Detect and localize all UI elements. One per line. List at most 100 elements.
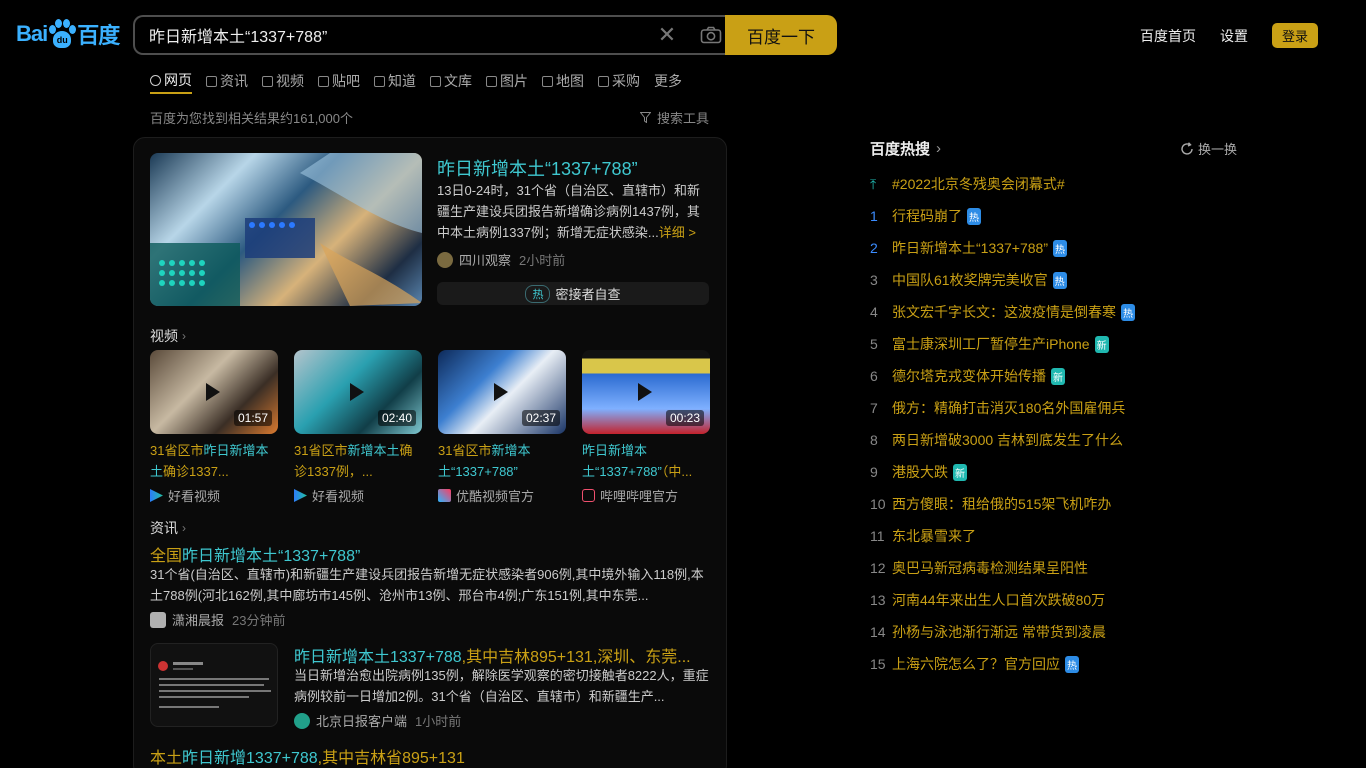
video-title[interactable]: 31省区市新增本土“1337+788” <box>438 440 566 482</box>
source-time: 23分钟前 <box>232 613 286 628</box>
video-card[interactable]: 02:40 31省区市新增本土确诊1337例，... 好看视频 <box>294 350 422 505</box>
refresh-button[interactable]: 换一换 <box>1180 139 1237 158</box>
tab-tieba[interactable]: 贴吧 <box>318 68 360 94</box>
document-icon <box>430 75 441 87</box>
search-tools-button[interactable]: 搜索工具 <box>640 108 709 127</box>
top-links: 百度首页 设置 登录 <box>1140 23 1318 48</box>
tab-map[interactable]: 地图 <box>542 68 584 94</box>
video-thumbnail[interactable]: 01:57 <box>150 350 278 434</box>
news-description: 31个省(自治区、直辖市)和新疆生产建设兵团报告新增无症状感染者906例,其中境… <box>150 567 704 603</box>
video-thumbnail[interactable]: 00:23 <box>582 350 710 434</box>
question-icon <box>374 75 385 87</box>
news-title[interactable]: 全国昨日新增本土“1337+788” <box>150 542 360 566</box>
bilibili-icon <box>582 489 595 502</box>
hot-item[interactable]: 10 西方傻眼：租给俄的515架飞机咋办 <box>870 488 1250 520</box>
news-source: 潇湘晨报 23分钟前 <box>150 610 285 629</box>
video-source: 哔哩哔哩官方 <box>582 486 710 505</box>
tab-more[interactable]: 更多 <box>654 68 682 94</box>
contact-selfcheck-link[interactable]: 热 密接者自查 <box>437 282 709 305</box>
video-title[interactable]: 31省区市新增本土确诊1337例，... <box>294 440 422 482</box>
hot-item[interactable]: 13 河南44年来出生人口首次跌破80万 <box>870 584 1250 616</box>
tab-news[interactable]: 资讯 <box>206 68 248 94</box>
search-button[interactable]: 百度一下 <box>725 15 837 55</box>
source-name[interactable]: 北京日报客户端 <box>316 711 407 730</box>
video-card[interactable]: 02:37 31省区市新增本土“1337+788” 优酷视频官方 <box>438 350 566 505</box>
video-duration: 02:40 <box>377 410 416 426</box>
video-title[interactable]: 昨日新增本土“1337+788”（中... <box>582 440 710 482</box>
video-duration: 00:23 <box>665 410 704 426</box>
video-thumbnail[interactable]: 02:40 <box>294 350 422 434</box>
refresh-icon <box>1181 141 1193 155</box>
hot-item[interactable]: 6 德尔塔克戎变体开始传播新 <box>870 360 1250 392</box>
youku-icon <box>438 489 451 502</box>
hot-item[interactable]: 9 港股大跌新 <box>870 456 1250 488</box>
new-badge: 新 <box>1094 335 1109 353</box>
video-source: 优酷视频官方 <box>438 486 566 505</box>
source-time: 2小时前 <box>519 253 566 268</box>
video-duration: 01:57 <box>233 410 272 426</box>
hot-item[interactable]: 11 东北暴雪来了 <box>870 520 1250 552</box>
hot-item-pinned[interactable]: ⤒ #2022北京冬残奥会闭幕式# <box>870 168 1250 200</box>
search-input[interactable] <box>135 26 645 44</box>
play-icon <box>206 383 220 401</box>
video-icon <box>262 75 273 87</box>
clear-icon[interactable]: ✕ <box>645 22 689 48</box>
news-icon <box>206 75 217 87</box>
hot-item[interactable]: 4 张文宏千字长文：这波疫情是倒春寒热 <box>870 296 1250 328</box>
link-baidu-home[interactable]: 百度首页 <box>1140 26 1196 46</box>
video-card[interactable]: 00:23 昨日新增本土“1337+788”（中... 哔哩哔哩官方 <box>582 350 710 505</box>
tab-wenku[interactable]: 文库 <box>430 68 472 94</box>
tab-images[interactable]: 图片 <box>486 68 528 94</box>
video-thumbnail[interactable]: 02:37 <box>438 350 566 434</box>
news-source: 北京日报客户端 1小时前 <box>294 711 461 730</box>
hotlist-title[interactable]: 百度热搜 › <box>870 138 941 159</box>
hero-description: 13日0-24时，31个省（自治区、直辖市）和新疆生产建设兵团报告新增确诊病例1… <box>437 183 700 240</box>
hot-item[interactable]: 8 两日新增破3000 吉林到底发生了什么 <box>870 424 1250 456</box>
haokan-icon <box>294 489 307 502</box>
hot-item[interactable]: 12 奥巴马新冠病毒检测结果呈阳性 <box>870 552 1250 584</box>
tab-zhidao[interactable]: 知道 <box>374 68 416 94</box>
hot-badge: 热 <box>1052 271 1067 289</box>
baidu-logo[interactable]: Bai du 百度 <box>16 18 120 50</box>
search-box: ✕ <box>133 15 733 55</box>
tab-web[interactable]: 网页 <box>150 68 192 94</box>
hot-item[interactable]: 1 行程码崩了热 <box>870 200 1250 232</box>
detail-link[interactable]: 详细 > <box>659 225 696 240</box>
search-tabs: 网页 资讯 视频 贴吧 知道 文库 图片 地图 采购 更多 <box>150 68 696 94</box>
haokan-icon <box>150 489 163 502</box>
play-icon <box>638 383 652 401</box>
login-button[interactable]: 登录 <box>1271 23 1318 48</box>
video-card[interactable]: 01:57 31省区市昨日新增本土确诊1337... 好看视频 <box>150 350 278 505</box>
news-title[interactable]: 本土昨日新增1337+788,其中吉林省895+131 <box>150 744 465 768</box>
hot-badge: 热 <box>1121 303 1135 321</box>
source-name[interactable]: 潇湘晨报 <box>172 610 224 629</box>
news-thumbnail[interactable] <box>150 643 278 727</box>
hot-item[interactable]: 2 昨日新增本土“1337+788” 热 <box>870 232 1250 264</box>
hot-item[interactable]: 7 俄方：精确打击消灭180名外国雇佣兵 <box>870 392 1250 424</box>
link-settings[interactable]: 设置 <box>1220 26 1248 46</box>
logo-text-baidu: 百度 <box>77 23 120 48</box>
video-title[interactable]: 31省区市昨日新增本土确诊1337... <box>150 440 278 482</box>
hot-item[interactable]: 3 中国队61枚奖牌完美收官热 <box>870 264 1250 296</box>
search-tools-label: 搜索工具 <box>657 111 710 126</box>
hot-badge: 热 <box>1053 239 1068 257</box>
hot-item[interactable]: 15 上海六院怎么了？官方回应热 <box>870 648 1250 680</box>
xiaoxiang-source-icon <box>150 611 166 628</box>
tab-video[interactable]: 视频 <box>262 68 304 94</box>
video-source: 好看视频 <box>294 486 422 505</box>
source-name[interactable]: 四川观察 <box>459 250 511 269</box>
hero-title[interactable]: 昨日新增本土“1337+788” <box>437 155 638 181</box>
hero-image[interactable] <box>150 153 422 306</box>
hot-item[interactable]: 14 孙杨与泳池渐行渐远 常带货到凌晨 <box>870 616 1250 648</box>
videos-section-label[interactable]: 视频 › <box>150 326 186 346</box>
news-section-label[interactable]: 资讯 › <box>150 518 186 538</box>
video-source: 好看视频 <box>150 486 278 505</box>
hot-tag-text: 密接者自查 <box>555 287 621 302</box>
sichuan-source-icon <box>437 251 453 268</box>
chevron-right-icon: › <box>182 521 186 535</box>
chevron-right-icon: › <box>182 329 186 343</box>
logo-text-bai: Bai <box>16 21 48 46</box>
tab-shopping[interactable]: 采购 <box>598 68 640 94</box>
news-title[interactable]: 昨日新增本土1337+788,其中吉林895+131,深圳、东莞... <box>294 643 691 667</box>
hot-item[interactable]: 5 富士康深圳工厂暂停生产iPhone 新 <box>870 328 1250 360</box>
